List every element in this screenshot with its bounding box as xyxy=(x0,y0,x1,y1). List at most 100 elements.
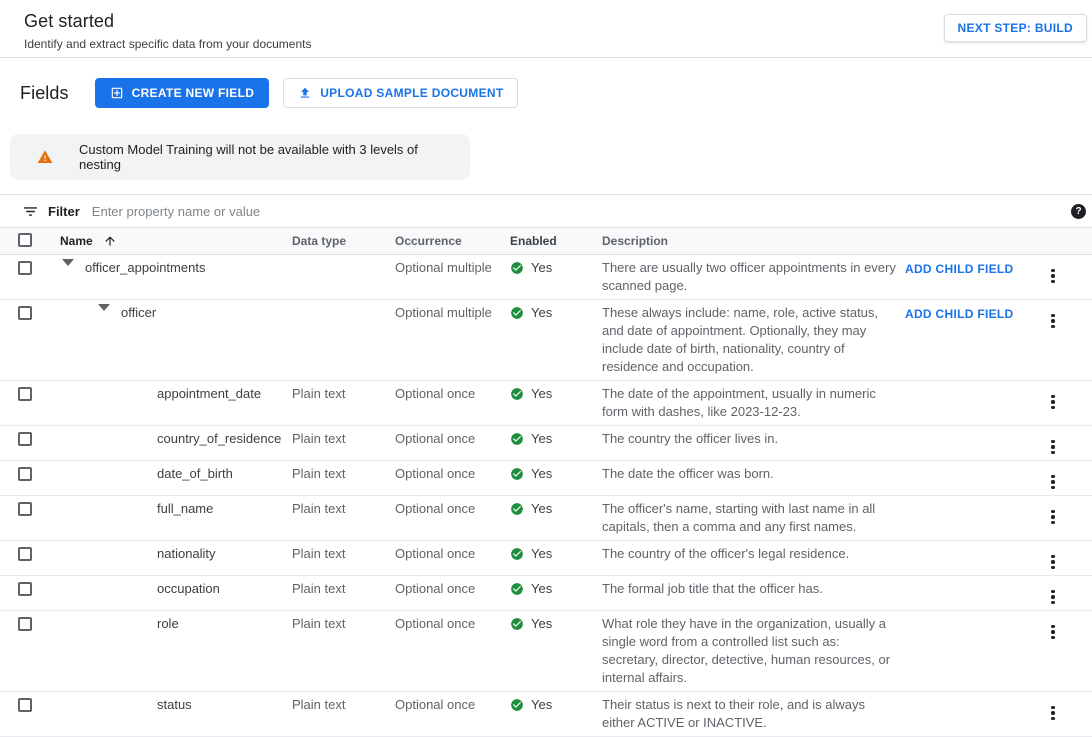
sort-ascending-icon[interactable] xyxy=(103,234,117,248)
field-data-type: Plain text xyxy=(292,580,395,598)
row-checkbox[interactable] xyxy=(18,306,32,320)
add-child-field-button[interactable]: ADD CHILD FIELD xyxy=(905,260,1014,278)
table-body: officer_appointments Optional multiple Y… xyxy=(0,255,1092,737)
row-checkbox[interactable] xyxy=(18,432,32,446)
table-row: nationality Plain text Optional once Yes… xyxy=(0,541,1092,576)
row-checkbox[interactable] xyxy=(18,502,32,516)
row-checkbox[interactable] xyxy=(18,617,32,631)
filter-input[interactable] xyxy=(92,204,1071,219)
enabled-value: Yes xyxy=(531,615,552,633)
field-name: date_of_birth xyxy=(157,465,233,483)
row-checkbox[interactable] xyxy=(18,387,32,401)
filter-bar: Filter ? xyxy=(0,194,1092,227)
check-circle-icon xyxy=(510,432,524,451)
field-occurrence: Optional once xyxy=(395,465,510,483)
table-row: occupation Plain text Optional once Yes … xyxy=(0,576,1092,611)
row-checkbox[interactable] xyxy=(18,582,32,596)
expand-toggle-slot xyxy=(132,580,157,586)
row-checkbox-cell xyxy=(0,304,60,325)
row-checkbox-cell xyxy=(0,545,60,566)
field-occurrence: Optional once xyxy=(395,615,510,633)
expand-toggle-slot xyxy=(132,465,157,471)
row-checkbox[interactable] xyxy=(18,467,32,481)
row-checkbox-cell xyxy=(0,465,60,486)
fields-toolbar: Fields CREATE NEW FIELD UPLOAD SAMPLE DO… xyxy=(0,58,1092,108)
table-row: role Plain text Optional once Yes What r… xyxy=(0,611,1092,692)
column-header-data-type: Data type xyxy=(292,234,395,248)
enabled-value: Yes xyxy=(531,545,552,563)
more-options-icon[interactable] xyxy=(1049,623,1057,642)
row-checkbox-cell xyxy=(0,500,60,521)
enabled-value: Yes xyxy=(531,259,552,277)
collapse-arrow-icon[interactable] xyxy=(98,304,110,326)
field-occurrence: Optional once xyxy=(395,696,510,714)
table-row: full_name Plain text Optional once Yes T… xyxy=(0,496,1092,541)
check-circle-icon xyxy=(510,582,524,601)
warning-banner: Custom Model Training will not be availa… xyxy=(10,134,470,180)
row-checkbox[interactable] xyxy=(18,698,32,712)
table-row: appointment_date Plain text Optional onc… xyxy=(0,381,1092,426)
table-row: date_of_birth Plain text Optional once Y… xyxy=(0,461,1092,496)
row-checkbox[interactable] xyxy=(18,547,32,561)
more-options-icon[interactable] xyxy=(1049,267,1057,286)
column-header-name[interactable]: Name xyxy=(60,234,292,248)
field-description: The date the officer was born. xyxy=(602,465,905,483)
field-data-type: Plain text xyxy=(292,615,395,633)
column-header-occurrence: Occurrence xyxy=(395,234,510,248)
upload-icon xyxy=(298,86,312,100)
expand-toggle-slot xyxy=(132,696,157,702)
check-circle-icon xyxy=(510,387,524,406)
page-subtitle: Identify and extract specific data from … xyxy=(24,37,1092,51)
collapse-arrow-icon[interactable] xyxy=(62,259,74,281)
next-step-build-button[interactable]: NEXT STEP: BUILD xyxy=(944,14,1087,42)
row-checkbox[interactable] xyxy=(18,261,32,275)
help-icon[interactable]: ? xyxy=(1071,204,1086,219)
field-description: The country of the officer's legal resid… xyxy=(602,545,905,563)
field-name-cell: appointment_date xyxy=(60,385,292,403)
table-row: officer Optional multiple Yes These alwa… xyxy=(0,300,1092,381)
more-options-icon[interactable] xyxy=(1049,393,1057,412)
field-enabled-cell: Yes xyxy=(510,615,602,636)
more-options-icon[interactable] xyxy=(1049,473,1057,492)
field-description: The officer's name, starting with last n… xyxy=(602,500,905,536)
select-all-checkbox[interactable] xyxy=(18,233,32,247)
add-child-field-button[interactable]: ADD CHILD FIELD xyxy=(905,305,1014,323)
field-name: role xyxy=(157,615,179,633)
field-name-cell: role xyxy=(60,615,292,633)
page-header: Get started Identify and extract specifi… xyxy=(0,0,1092,58)
more-options-icon[interactable] xyxy=(1049,704,1057,723)
more-options-icon[interactable] xyxy=(1049,588,1057,607)
more-options-icon[interactable] xyxy=(1049,438,1057,457)
field-data-type: Plain text xyxy=(292,465,395,483)
row-menu-cell xyxy=(1040,580,1092,606)
expand-toggle-slot xyxy=(132,430,157,436)
row-menu-cell xyxy=(1040,385,1092,411)
field-name-cell: country_of_residence xyxy=(60,430,292,448)
check-circle-icon xyxy=(510,261,524,280)
field-name-cell: nationality xyxy=(60,545,292,563)
field-enabled-cell: Yes xyxy=(510,430,602,451)
field-data-type: Plain text xyxy=(292,500,395,518)
more-options-icon[interactable] xyxy=(1049,312,1057,331)
upload-sample-document-button[interactable]: UPLOAD SAMPLE DOCUMENT xyxy=(283,78,518,108)
fields-section-title: Fields xyxy=(20,83,69,104)
field-name: nationality xyxy=(157,545,216,563)
expand-toggle-slot xyxy=(132,615,157,621)
row-menu-cell xyxy=(1040,430,1092,456)
more-options-icon[interactable] xyxy=(1049,508,1057,527)
check-circle-icon xyxy=(510,467,524,486)
add-child-cell: ADD CHILD FIELD xyxy=(905,304,1040,323)
filter-icon xyxy=(22,203,39,220)
warning-icon xyxy=(36,149,54,165)
create-new-field-button[interactable]: CREATE NEW FIELD xyxy=(95,78,270,108)
field-enabled-cell: Yes xyxy=(510,385,602,406)
field-enabled-cell: Yes xyxy=(510,304,602,325)
field-name: officer_appointments xyxy=(85,259,205,277)
filter-label: Filter xyxy=(48,204,80,219)
field-description: What role they have in the organization,… xyxy=(602,615,905,687)
row-menu-cell xyxy=(1040,545,1092,571)
enabled-value: Yes xyxy=(531,465,552,483)
row-menu-cell xyxy=(1040,465,1092,491)
upload-sample-document-label: UPLOAD SAMPLE DOCUMENT xyxy=(320,86,503,100)
more-options-icon[interactable] xyxy=(1049,553,1057,572)
